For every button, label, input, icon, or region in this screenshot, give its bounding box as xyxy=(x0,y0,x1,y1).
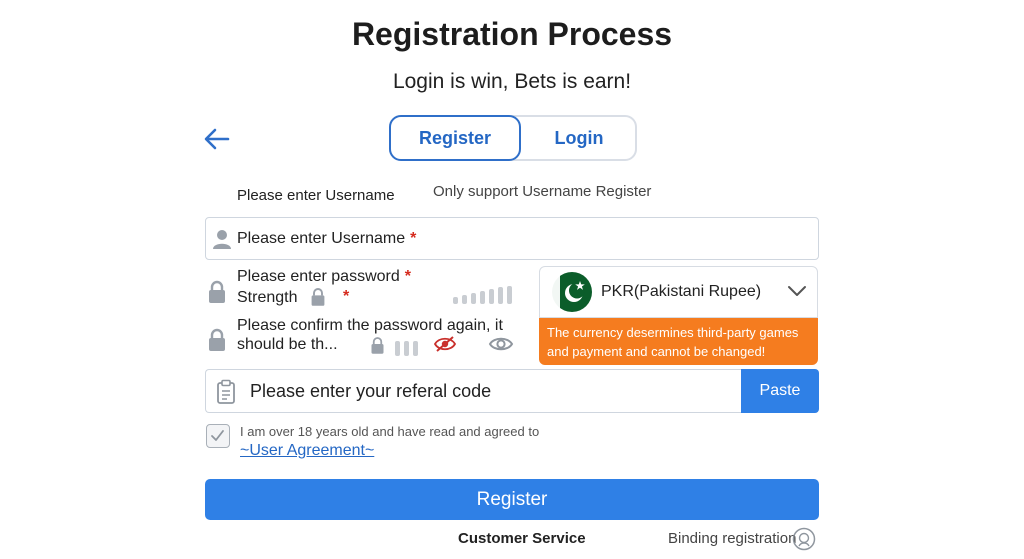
lock-icon xyxy=(207,328,227,357)
tab-register[interactable]: Register xyxy=(389,115,521,161)
password-placeholder: Please enter password xyxy=(237,268,400,285)
agreement-checkbox[interactable] xyxy=(206,424,230,448)
strength-required-mark: * xyxy=(343,288,350,305)
username-placeholder: Please enter Username xyxy=(237,230,406,247)
clipboard-icon xyxy=(216,379,236,410)
required-mark: * xyxy=(410,230,417,247)
support-face-icon[interactable] xyxy=(792,527,816,556)
binding-registration-label: Binding registration xyxy=(668,530,797,547)
referral-placeholder: Please enter your referal code xyxy=(250,381,492,401)
strength-meter xyxy=(453,286,516,304)
username-field[interactable]: Please enter Username * xyxy=(205,217,819,260)
lock-small-icon xyxy=(370,336,385,360)
lock-icon xyxy=(207,280,227,309)
username-hint: Please enter Username xyxy=(237,187,395,204)
strength-label: Strength xyxy=(237,289,298,306)
confirm-placeholder-line1: Please confirm the password again, it xyxy=(237,317,503,334)
tab-login[interactable]: Login xyxy=(521,115,637,161)
register-button[interactable]: Register xyxy=(205,479,819,520)
register-mode-hint: Only support Username Register xyxy=(433,183,652,200)
currency-warning: The currency desermines third-party game… xyxy=(539,318,818,365)
lock-small-icon xyxy=(310,287,326,312)
agreement-text: I am over 18 years old and have read and… xyxy=(240,424,540,439)
chevron-down-icon xyxy=(786,283,808,304)
user-agreement-link[interactable]: ~User Agreement~ xyxy=(240,442,374,460)
confirm-strength-meter xyxy=(395,338,422,356)
confirm-placeholder-line2: should be th... xyxy=(237,336,338,353)
customer-service-link[interactable]: Customer Service xyxy=(458,530,586,547)
eye-slash-icon[interactable] xyxy=(433,334,457,359)
pakistan-flag-icon xyxy=(552,272,592,317)
paste-button[interactable]: Paste xyxy=(741,369,819,413)
referral-code-field[interactable]: Please enter your referal code xyxy=(205,369,741,413)
user-icon xyxy=(211,228,233,255)
eye-icon[interactable] xyxy=(488,334,514,359)
currency-value: PKR(Pakistani Rupee) xyxy=(601,283,762,300)
page-title: Registration Process xyxy=(351,16,673,52)
back-arrow-icon[interactable] xyxy=(202,124,232,154)
page-subtitle: Login is win, Bets is earn! xyxy=(392,70,632,93)
check-icon xyxy=(211,430,224,441)
binding-registration-link[interactable]: Binding registration xyxy=(668,530,796,547)
confirm-password-field[interactable]: Please confirm the password again, it sh… xyxy=(205,314,535,360)
required-mark: * xyxy=(404,268,411,285)
password-field[interactable]: Please enter password * Strength * xyxy=(205,266,535,314)
currency-select[interactable]: PKR(Pakistani Rupee) xyxy=(539,266,818,318)
